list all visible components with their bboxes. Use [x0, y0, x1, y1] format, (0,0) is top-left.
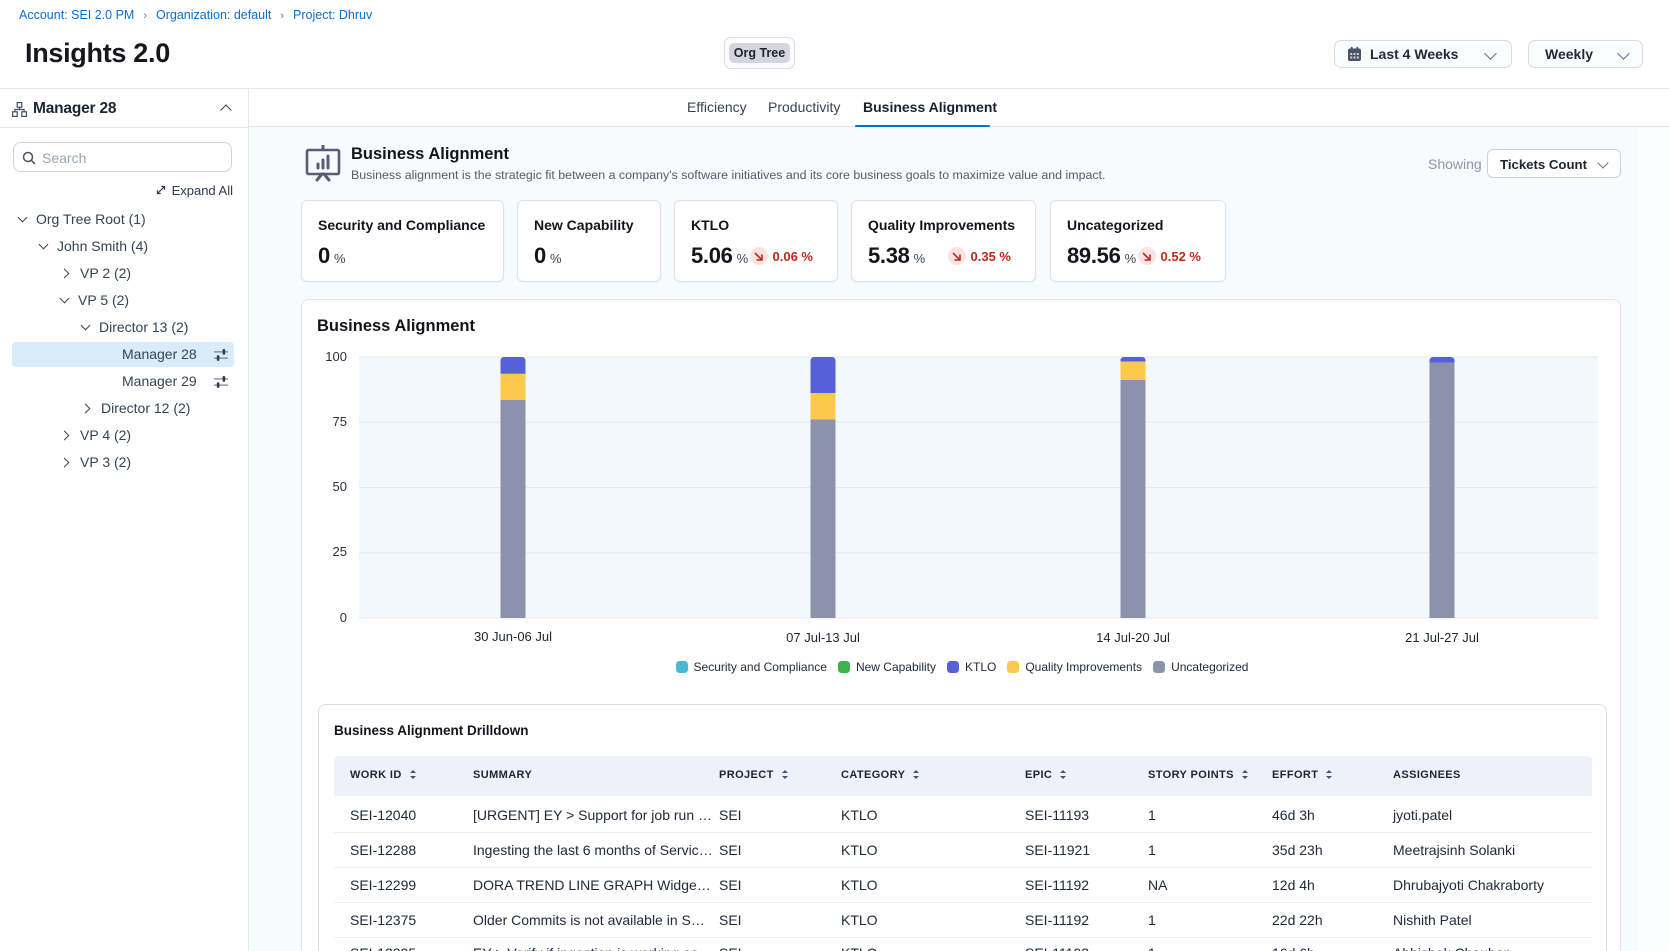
svg-text:75: 75: [333, 414, 347, 429]
svg-text:25: 25: [333, 544, 347, 559]
svg-text:21 Jul-27 Jul: 21 Jul-27 Jul: [1405, 630, 1479, 645]
svg-text:14 Jul-20 Jul: 14 Jul-20 Jul: [1096, 630, 1170, 645]
svg-text:0: 0: [340, 610, 347, 625]
svg-text:100: 100: [325, 349, 347, 364]
svg-text:30 Jun-06 Jul: 30 Jun-06 Jul: [474, 629, 552, 644]
svg-text:50: 50: [333, 479, 347, 494]
svg-text:07 Jul-13 Jul: 07 Jul-13 Jul: [786, 630, 860, 645]
